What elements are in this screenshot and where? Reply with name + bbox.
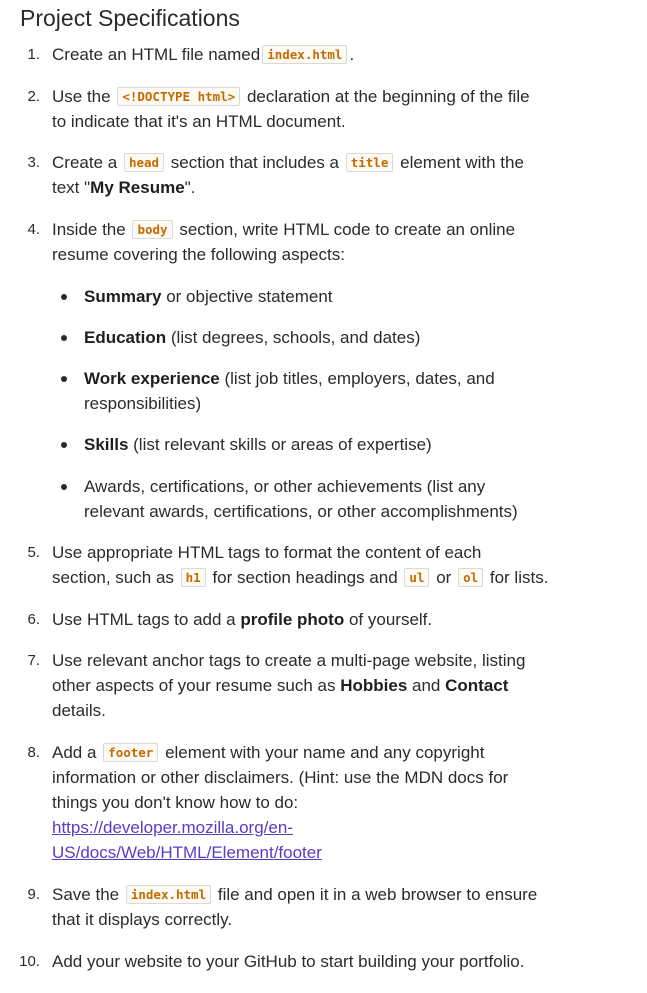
list-item-6: Use HTML tags to add a profile photo of … bbox=[52, 610, 433, 629]
code-snippet: index.html bbox=[262, 45, 348, 64]
list-item-2: Use the <!DOCTYPE html> declaration at t… bbox=[52, 87, 530, 106]
list-number: 7. bbox=[27, 652, 40, 669]
project-specifications-document: Project Specifications 1. Create an HTML… bbox=[0, 0, 647, 993]
list-number: 8. bbox=[27, 744, 40, 761]
mdn-link-part-1[interactable]: https://developer.mozilla.org/en- bbox=[52, 818, 293, 837]
list-item-3: Create a head section that includes a ti… bbox=[52, 153, 524, 172]
bullet-item-skills: Skills (list relevant skills or areas of… bbox=[84, 435, 432, 454]
code-snippet: head bbox=[123, 153, 165, 172]
bullet-item-summary: Summary or objective statement bbox=[84, 287, 333, 306]
list-number: 6. bbox=[27, 611, 40, 628]
bullet-point bbox=[61, 484, 67, 490]
list-item-7: Use relevant anchor tags to create a mul… bbox=[52, 651, 526, 670]
list-item-4-line-2: resume covering the following aspects: bbox=[52, 245, 345, 264]
list-number: 5. bbox=[27, 544, 40, 561]
code-snippet: index.html bbox=[125, 885, 212, 904]
list-item-8: Add a footer element with your name and … bbox=[52, 743, 485, 762]
code-snippet: body bbox=[132, 220, 173, 239]
bullet-item-awards-line-2: relevant awards, certifications, or othe… bbox=[84, 502, 518, 521]
list-item-10: Add your website to your GitHub to start… bbox=[52, 952, 525, 971]
list-item-2-line-2: to indicate that it's an HTML document. bbox=[52, 112, 346, 131]
code-snippet: ol bbox=[458, 568, 484, 587]
bullet-item-awards: Awards, certifications, or other achieve… bbox=[84, 477, 486, 496]
mdn-footer-link[interactable]: https://developer.mozilla.org/en- bbox=[52, 815, 293, 840]
page-title: Project Specifications bbox=[20, 5, 240, 31]
list-number: 10. bbox=[19, 953, 40, 970]
list-item-9: Save the index.html file and open it in … bbox=[52, 885, 538, 904]
bullet-point bbox=[61, 442, 67, 448]
list-item-3-line-2: text "My Resume". bbox=[52, 178, 196, 197]
bullet-item-education: Education (list degrees, schools, and da… bbox=[84, 328, 421, 347]
list-number: 9. bbox=[27, 886, 40, 903]
list-item-5: Use appropriate HTML tags to format the … bbox=[52, 543, 482, 562]
list-item-7-line-2: other aspects of your resume such as Hob… bbox=[52, 676, 509, 695]
list-number: 4. bbox=[27, 221, 40, 238]
list-item-1: Create an HTML file named index.html. bbox=[52, 45, 355, 64]
mdn-link-part-2[interactable]: US/docs/Web/HTML/Element/footer bbox=[52, 843, 322, 862]
code-snippet: footer bbox=[103, 743, 159, 762]
list-item-8-line-3: things you don't know how to do: bbox=[52, 793, 299, 812]
code-snippet: ul bbox=[404, 568, 430, 587]
bullet-item-work-experience-line-2: responsibilities) bbox=[84, 394, 202, 413]
list-item-5-line-2: section, such as h1 for section headings… bbox=[52, 568, 549, 587]
bullet-item-work-experience: Work experience (list job titles, employ… bbox=[84, 369, 495, 388]
code-snippet: h1 bbox=[180, 568, 206, 587]
list-number: 1. bbox=[27, 46, 40, 63]
code-snippet: title bbox=[345, 153, 394, 172]
bullet-point bbox=[61, 376, 67, 382]
list-item-7-line-3: details. bbox=[52, 701, 106, 720]
list-item-9-line-2: that it displays correctly. bbox=[52, 910, 233, 929]
mdn-footer-link-line-2[interactable]: US/docs/Web/HTML/Element/footer bbox=[52, 840, 322, 865]
list-number: 3. bbox=[27, 154, 40, 171]
code-snippet: <!DOCTYPE html> bbox=[117, 87, 241, 106]
list-number: 2. bbox=[27, 88, 40, 105]
bullet-point bbox=[61, 294, 67, 300]
list-item-8-line-2: information or other disclaimers. (Hint:… bbox=[52, 768, 509, 787]
bullet-point bbox=[61, 335, 67, 341]
list-item-4: Inside the body section, write HTML code… bbox=[52, 220, 516, 239]
